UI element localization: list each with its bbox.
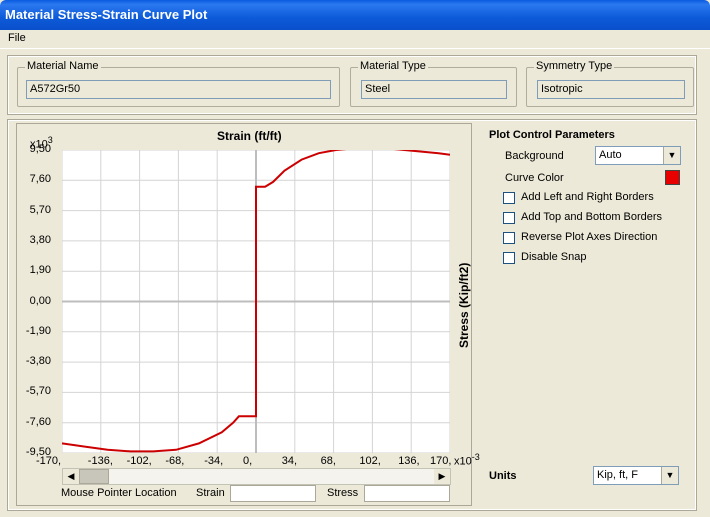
plot-control-title: Plot Control Parameters [489,129,615,141]
scroll-right-button[interactable]: ▶ [434,469,450,484]
y-tick-label: 7,60 [29,173,51,186]
y-tick-label: -7,60 [25,415,51,428]
chevron-down-icon[interactable]: ▼ [663,147,680,164]
material-type-field[interactable]: Steel [361,80,507,99]
stress-readout-field [364,485,450,502]
x-multiplier-base: x10 [454,455,472,468]
y-axis-title: Stress (Kip/ft2) [457,263,471,348]
background-label: Background [505,150,564,162]
y-axis-title-text: Stress (Kip/ft2) [457,262,471,348]
x-tick-label: 34, [281,455,298,467]
material-type-group: Material Type Steel [350,60,517,107]
y-tick-label: 1,90 [29,264,51,277]
units-select-value: Kip, ft, F [597,469,638,481]
checkbox-label: Add Left and Right Borders [521,191,654,203]
chevron-down-icon[interactable]: ▼ [661,467,678,484]
x-tick-label: 136, [398,455,420,467]
y-tick-label: -5,70 [25,385,51,398]
y-tick-label: 0,00 [29,294,51,307]
checkbox-label: Disable Snap [521,251,587,263]
background-select[interactable]: Auto ▼ [595,146,681,165]
y-tick-label: 5,70 [29,203,51,216]
plot-horizontal-scrollbar[interactable]: ◀ ▶ [62,468,451,485]
x-tick-label: 102, [359,455,381,467]
y-tick-label: -3,80 [25,355,51,368]
units-label: Units [489,470,517,482]
symmetry-type-field[interactable]: Isotropic [537,80,685,99]
curve-color-label: Curve Color [505,172,564,184]
x-axis-title: Strain (ft/ft) [217,129,282,143]
checkbox-label: Add Top and Bottom Borders [521,211,663,223]
window-titlebar[interactable]: Material Stress-Strain Curve Plot [0,0,710,30]
window-title: Material Stress-Strain Curve Plot [5,7,208,22]
x-tick-label: -34, [204,455,224,467]
strain-readout-field [230,485,316,502]
x-multiplier-exp: -3 [471,452,480,462]
checkbox-box[interactable] [503,192,515,204]
symmetry-type-group: Symmetry Type Isotropic [526,60,694,107]
y-tick-label: 3,80 [29,233,51,246]
symmetry-type-label: Symmetry Type [534,60,615,72]
material-name-field[interactable]: A572Gr50 [26,80,331,99]
x-multiplier: x10-3 [454,452,480,468]
mouse-pointer-location-label: Mouse Pointer Location [61,487,177,499]
background-select-value: Auto [599,149,622,161]
x-tick-label: 0, [243,455,253,467]
scroll-thumb[interactable] [79,469,109,484]
material-name-group: Material Name A572Gr50 [17,60,340,107]
checkbox-box[interactable] [503,212,515,224]
material-type-label: Material Type [358,60,428,72]
stress-readout-label: Stress [327,487,359,499]
strain-readout-label: Strain [196,487,225,499]
checkbox-box[interactable] [503,232,515,244]
units-select[interactable]: Kip, ft, F ▼ [593,466,679,485]
scroll-left-button[interactable]: ◀ [63,469,79,484]
x-tick-label: -68, [165,455,185,467]
x-tick-label: -170, [36,455,62,467]
x-tick-label: -136, [87,455,113,467]
stress-strain-plot[interactable] [62,150,450,453]
menu-bar: File [0,30,710,49]
x-tick-label: -102, [126,455,152,467]
y-tick-label: -1,90 [25,324,51,337]
x-tick-label: 170, [430,455,452,467]
checkbox-box[interactable] [503,252,515,264]
checkbox-label: Reverse Plot Axes Direction [521,231,658,243]
curve-color-swatch[interactable] [665,170,680,185]
menu-file[interactable]: File [6,32,28,44]
x-tick-label: 68, [320,455,336,467]
y-tick-label: 9,50 [29,143,51,155]
material-name-label: Material Name [25,60,101,72]
